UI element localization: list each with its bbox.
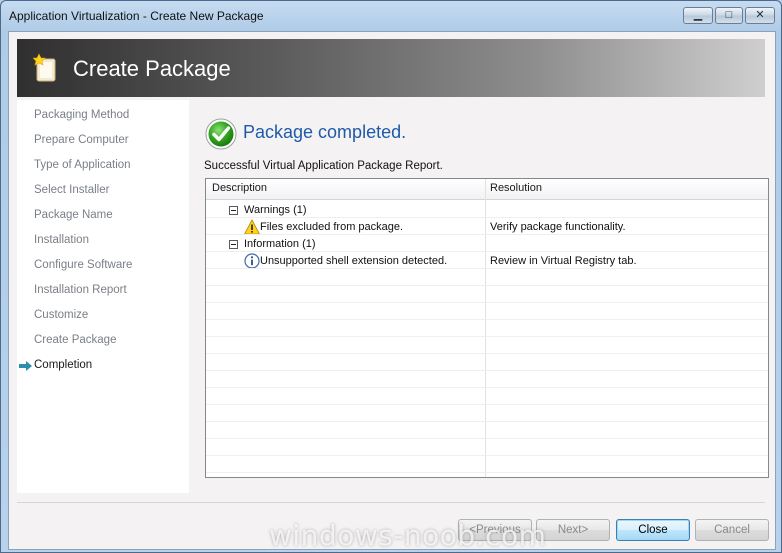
close-icon: ✕ xyxy=(755,9,765,21)
column-header-description[interactable]: Description xyxy=(212,182,267,194)
grid-row-line xyxy=(206,353,768,354)
cancel-button[interactable]: Cancel xyxy=(695,519,769,541)
wizard-steps-panel: Packaging Method Prepare Computer Type of … xyxy=(17,100,189,493)
column-divider xyxy=(485,179,486,477)
nav-step-type-of-application: Type of Application xyxy=(34,159,131,171)
watermark: windows-noob.com xyxy=(269,519,547,552)
grid-row-line xyxy=(206,268,768,269)
nav-step-package-name: Package Name xyxy=(34,209,113,221)
nav-step-completion: Completion xyxy=(34,359,93,371)
collapse-group-icon[interactable] xyxy=(229,240,238,249)
report-group-label: Information (1) xyxy=(244,238,316,250)
grid-row-line xyxy=(206,370,768,371)
maximize-button[interactable]: □ xyxy=(715,7,743,24)
window-title: Application Virtualization - Create New … xyxy=(9,9,264,23)
next-button[interactable]: Next> xyxy=(536,519,610,541)
column-header-resolution[interactable]: Resolution xyxy=(490,182,542,194)
close-window-button[interactable]: ✕ xyxy=(745,7,775,24)
grid-row-line xyxy=(206,421,768,422)
grid-row-line xyxy=(206,302,768,303)
nav-step-configure-software: Configure Software xyxy=(34,259,133,271)
package-icon xyxy=(33,53,56,82)
maximize-icon: □ xyxy=(725,9,733,21)
grid-row-line xyxy=(206,217,768,218)
current-step-arrow-icon xyxy=(19,361,32,371)
grid-row-line xyxy=(206,438,768,439)
nav-step-create-package: Create Package xyxy=(34,334,117,346)
header-banner: Create Package xyxy=(17,39,765,97)
report-item-resolution: Verify package functionality. xyxy=(490,221,626,233)
table-header: Description Resolution xyxy=(206,179,768,200)
info-icon xyxy=(244,253,260,269)
footer-divider xyxy=(17,502,765,503)
report-item-resolution: Review in Virtual Registry tab. xyxy=(490,255,637,267)
collapse-group-icon[interactable] xyxy=(229,206,238,215)
grid-row-line xyxy=(206,472,768,473)
report-group-label: Warnings (1) xyxy=(244,204,307,216)
nav-step-customize: Customize xyxy=(34,309,89,321)
close-button[interactable]: Close xyxy=(616,519,690,541)
minimize-icon: ▁ xyxy=(693,9,703,21)
title-bar[interactable]: Application Virtualization - Create New … xyxy=(1,1,781,31)
grid-row-line xyxy=(206,455,768,456)
banner-title: Create Package xyxy=(73,56,231,81)
grid-row-line xyxy=(206,285,768,286)
page-title: Package completed. xyxy=(243,122,407,142)
report-item-description: Unsupported shell extension detected. xyxy=(260,255,448,267)
report-table[interactable]: Description Resolution Warnings (1) Files… xyxy=(205,178,769,478)
warning-icon xyxy=(244,219,260,235)
application-window: Application Virtualization - Create New … xyxy=(0,0,782,553)
grid-row-line xyxy=(206,404,768,405)
grid-row-line xyxy=(206,251,768,252)
nav-step-installation: Installation xyxy=(34,234,89,246)
nav-step-packaging-method: Packaging Method xyxy=(34,109,130,121)
report-caption: Successful Virtual Application Package R… xyxy=(204,160,443,172)
wizard-body: Create Package Packaging Method Prepare C… xyxy=(8,31,776,550)
minimize-button[interactable]: ▁ xyxy=(683,7,713,24)
nav-step-select-installer: Select Installer xyxy=(34,184,110,196)
nav-step-prepare-computer: Prepare Computer xyxy=(34,134,129,146)
nav-step-installation-report: Installation Report xyxy=(34,284,127,296)
success-check-icon xyxy=(205,118,237,150)
report-item-description: Files excluded from package. xyxy=(260,221,404,233)
grid-row-line xyxy=(206,234,768,235)
grid-row-line xyxy=(206,336,768,337)
grid-row-line xyxy=(206,387,768,388)
grid-row-line xyxy=(206,319,768,320)
